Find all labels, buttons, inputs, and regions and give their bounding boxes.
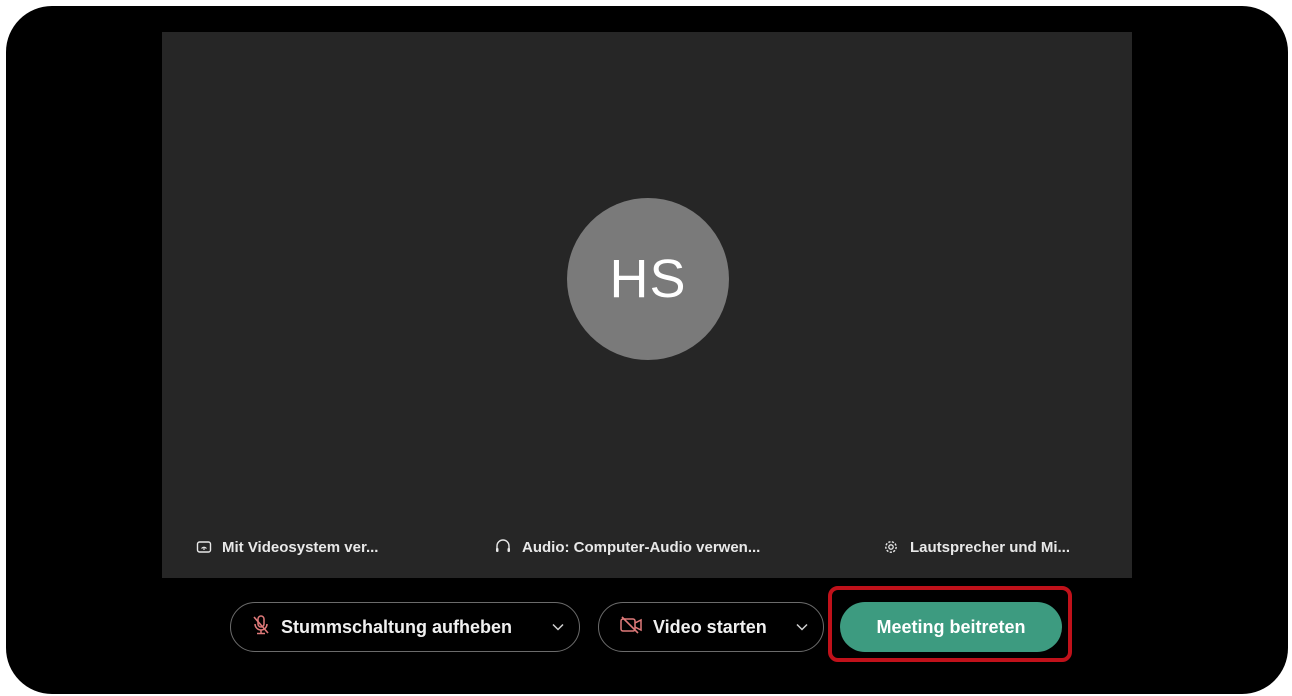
start-video-label: Video starten [653, 616, 767, 637]
camera-off-icon [619, 615, 643, 640]
audio-option[interactable]: Audio: Computer-Audio verwen... [494, 535, 760, 559]
start-video-button[interactable]: Video starten [598, 602, 824, 652]
unmute-button[interactable]: Stummschaltung aufheben [230, 602, 580, 652]
speaker-label: Lautsprecher und Mi... [910, 538, 1071, 556]
window-frame: HS Mit Videosystem ver... Audio: Compute… [6, 6, 1288, 694]
microphone-muted-icon [251, 614, 271, 641]
connect-video-system-option[interactable]: Mit Videosystem ver... [196, 535, 378, 559]
headset-icon [494, 538, 512, 556]
join-meeting-button[interactable]: Meeting beitreten [840, 602, 1062, 652]
gear-icon [882, 538, 900, 556]
speaker-microphone-settings[interactable]: Lautsprecher und Mi... [882, 535, 1070, 559]
video-preview: HS Mit Videosystem ver... Audio: Compute… [162, 32, 1132, 578]
avatar-initials: HS [609, 249, 687, 309]
audio-label: Audio: Computer-Audio verwen... [522, 538, 761, 556]
unmute-label: Stummschaltung aufheben [281, 616, 513, 637]
video-system-label: Mit Videosystem ver... [222, 538, 379, 556]
video-system-icon [196, 539, 212, 555]
avatar: HS [567, 198, 729, 360]
chevron-down-icon[interactable] [789, 614, 815, 640]
chevron-down-icon[interactable] [545, 614, 571, 640]
